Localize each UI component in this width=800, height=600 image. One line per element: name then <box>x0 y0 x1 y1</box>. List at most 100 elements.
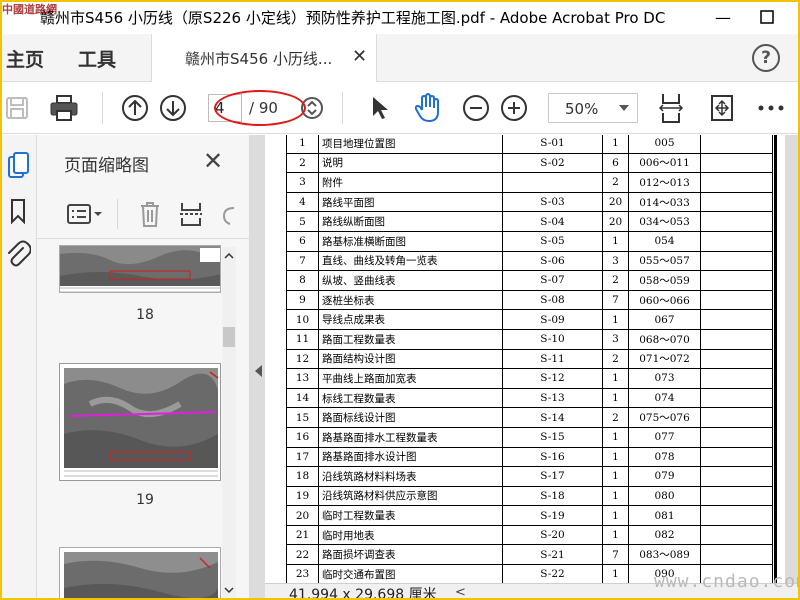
page-number-input[interactable]: 4 <box>208 94 242 122</box>
menu-home[interactable]: 主页 <box>6 45 44 72</box>
sheet-count: 1 <box>602 368 629 389</box>
hand-tool-button[interactable] <box>412 91 444 125</box>
note-cell <box>700 524 773 546</box>
select-arrow-icon <box>373 97 388 119</box>
note-cell <box>700 289 773 311</box>
scrollbar-thumb[interactable] <box>223 327 235 347</box>
fit-page-button[interactable] <box>656 91 686 125</box>
table-row: 8 纵坡、竖曲线表 S-07 2 058～059 <box>286 270 773 291</box>
page-range: 082 <box>628 524 701 546</box>
more-options-button[interactable] <box>756 97 786 119</box>
fullscreen-button[interactable] <box>707 92 737 124</box>
page-range: 071～072 <box>628 348 701 370</box>
sheet-count: 1 <box>602 564 629 583</box>
thumbnail-page-number: 19 <box>136 492 154 508</box>
minimize-button[interactable]: — <box>706 4 740 30</box>
table-row: 10 导线点成果表 S-09 1 067 <box>286 309 773 330</box>
tab-close-button[interactable]: ✕ <box>352 46 367 67</box>
next-page-button[interactable] <box>158 93 188 123</box>
table-row: 17 路基路面排水设计图 S-16 1 078 <box>286 446 773 468</box>
thumbnails-panel: 页面缩略图 ✕ 18 19 <box>37 135 250 600</box>
zoom-out-button[interactable] <box>461 93 491 123</box>
sheet-count: 1 <box>602 466 629 487</box>
document-tab[interactable]: 赣州市S456 小历线... ✕ <box>151 34 377 82</box>
page-thumbnail[interactable] <box>59 245 221 293</box>
thumbnail-options-button[interactable] <box>65 201 105 227</box>
page-scroll-button[interactable] <box>299 95 325 121</box>
row-number: 18 <box>286 466 319 487</box>
zoom-select[interactable]: 50% <box>548 93 638 123</box>
row-number: 15 <box>286 407 319 428</box>
sheet-count: 20 <box>602 191 629 213</box>
sheet-count: 1 <box>602 387 629 409</box>
select-tool-button[interactable] <box>366 93 392 123</box>
note-cell <box>700 348 773 370</box>
page-total: / 90 <box>249 99 278 117</box>
drawing-code: S-07 <box>502 270 603 291</box>
page-range: 078 <box>628 446 701 468</box>
thumbnail-scrollbar[interactable] <box>222 247 236 600</box>
note-cell <box>700 426 773 448</box>
bookmarks-button[interactable] <box>6 197 30 225</box>
save-button[interactable] <box>4 94 30 122</box>
note-cell <box>700 446 773 468</box>
page-range: 075～076 <box>628 407 701 428</box>
drawing-name: 说明 <box>318 152 503 174</box>
help-button[interactable]: ? <box>752 44 780 72</box>
drawing-name: 路基标准横断面图 <box>318 230 503 252</box>
rotate-page-button[interactable] <box>219 199 239 229</box>
row-number: 16 <box>286 426 319 448</box>
sheet-count: 1 <box>602 230 629 252</box>
menu-bar: 主页 工具 赣州市S456 小历线... ✕ ? <box>0 34 800 82</box>
menu-tools[interactable]: 工具 <box>78 45 116 72</box>
delete-page-button[interactable] <box>137 199 163 229</box>
sheet-count: 3 <box>602 328 629 350</box>
page-range: 054 <box>628 230 701 252</box>
row-number: 21 <box>286 524 319 546</box>
row-number: 14 <box>286 387 319 409</box>
thumbnail-image <box>60 548 220 600</box>
panel-toolbar <box>37 189 249 239</box>
drawing-code: S-15 <box>502 426 603 448</box>
drawing-code: S-13 <box>502 387 603 409</box>
sheet-count: 20 <box>602 211 629 232</box>
drawing-code: S-20 <box>502 524 603 546</box>
table-row: 3 附件 2 012～013 <box>286 172 773 193</box>
sheet-count: 7 <box>602 289 629 311</box>
drawing-code: S-19 <box>502 505 603 526</box>
page-thumbnail[interactable] <box>59 363 221 481</box>
table-row: 20 临时工程数量表 S-19 1 081 <box>286 505 773 526</box>
attachments-button[interactable] <box>4 239 32 269</box>
page-thumbnail[interactable] <box>59 547 221 600</box>
zoom-in-button[interactable] <box>499 93 529 123</box>
note-cell <box>700 328 773 350</box>
print-button[interactable] <box>48 92 80 124</box>
chevron-up-icon <box>224 252 234 259</box>
note-cell <box>700 211 773 232</box>
insert-page-button[interactable] <box>177 199 205 229</box>
fullscreen-icon <box>711 95 733 121</box>
note-cell <box>700 230 773 252</box>
drawing-code: S-04 <box>502 211 603 232</box>
row-number: 19 <box>286 485 319 507</box>
page-range: 006～011 <box>628 152 701 174</box>
page-thumbnails-button[interactable] <box>5 151 31 181</box>
collapse-panel-icon[interactable] <box>255 365 262 377</box>
drawing-name: 沿线筑路材料供应示意图 <box>318 485 503 507</box>
scroll-left-button[interactable]: < <box>455 585 466 600</box>
page-thumbnails-icon <box>8 152 29 178</box>
maximize-button[interactable] <box>750 4 784 30</box>
sheet-count: 1 <box>602 485 629 507</box>
note-cell <box>700 466 773 487</box>
chevron-down-icon <box>619 105 629 111</box>
fit-page-icon <box>658 94 684 123</box>
note-cell <box>700 485 773 507</box>
sheet-count: 1 <box>602 505 629 526</box>
panel-close-button[interactable]: ✕ <box>203 147 223 175</box>
table-row: 2 说明 S-02 6 006～011 <box>286 152 773 174</box>
row-number: 2 <box>286 152 319 174</box>
previous-page-button[interactable] <box>120 93 150 123</box>
row-number: 3 <box>286 172 319 193</box>
pdf-page[interactable]: 1 项目地理位置图 S-01 1 005 2 说明 S-02 6 006～011 3 附件 2 012～0… <box>265 135 785 583</box>
note-cell <box>700 368 773 389</box>
